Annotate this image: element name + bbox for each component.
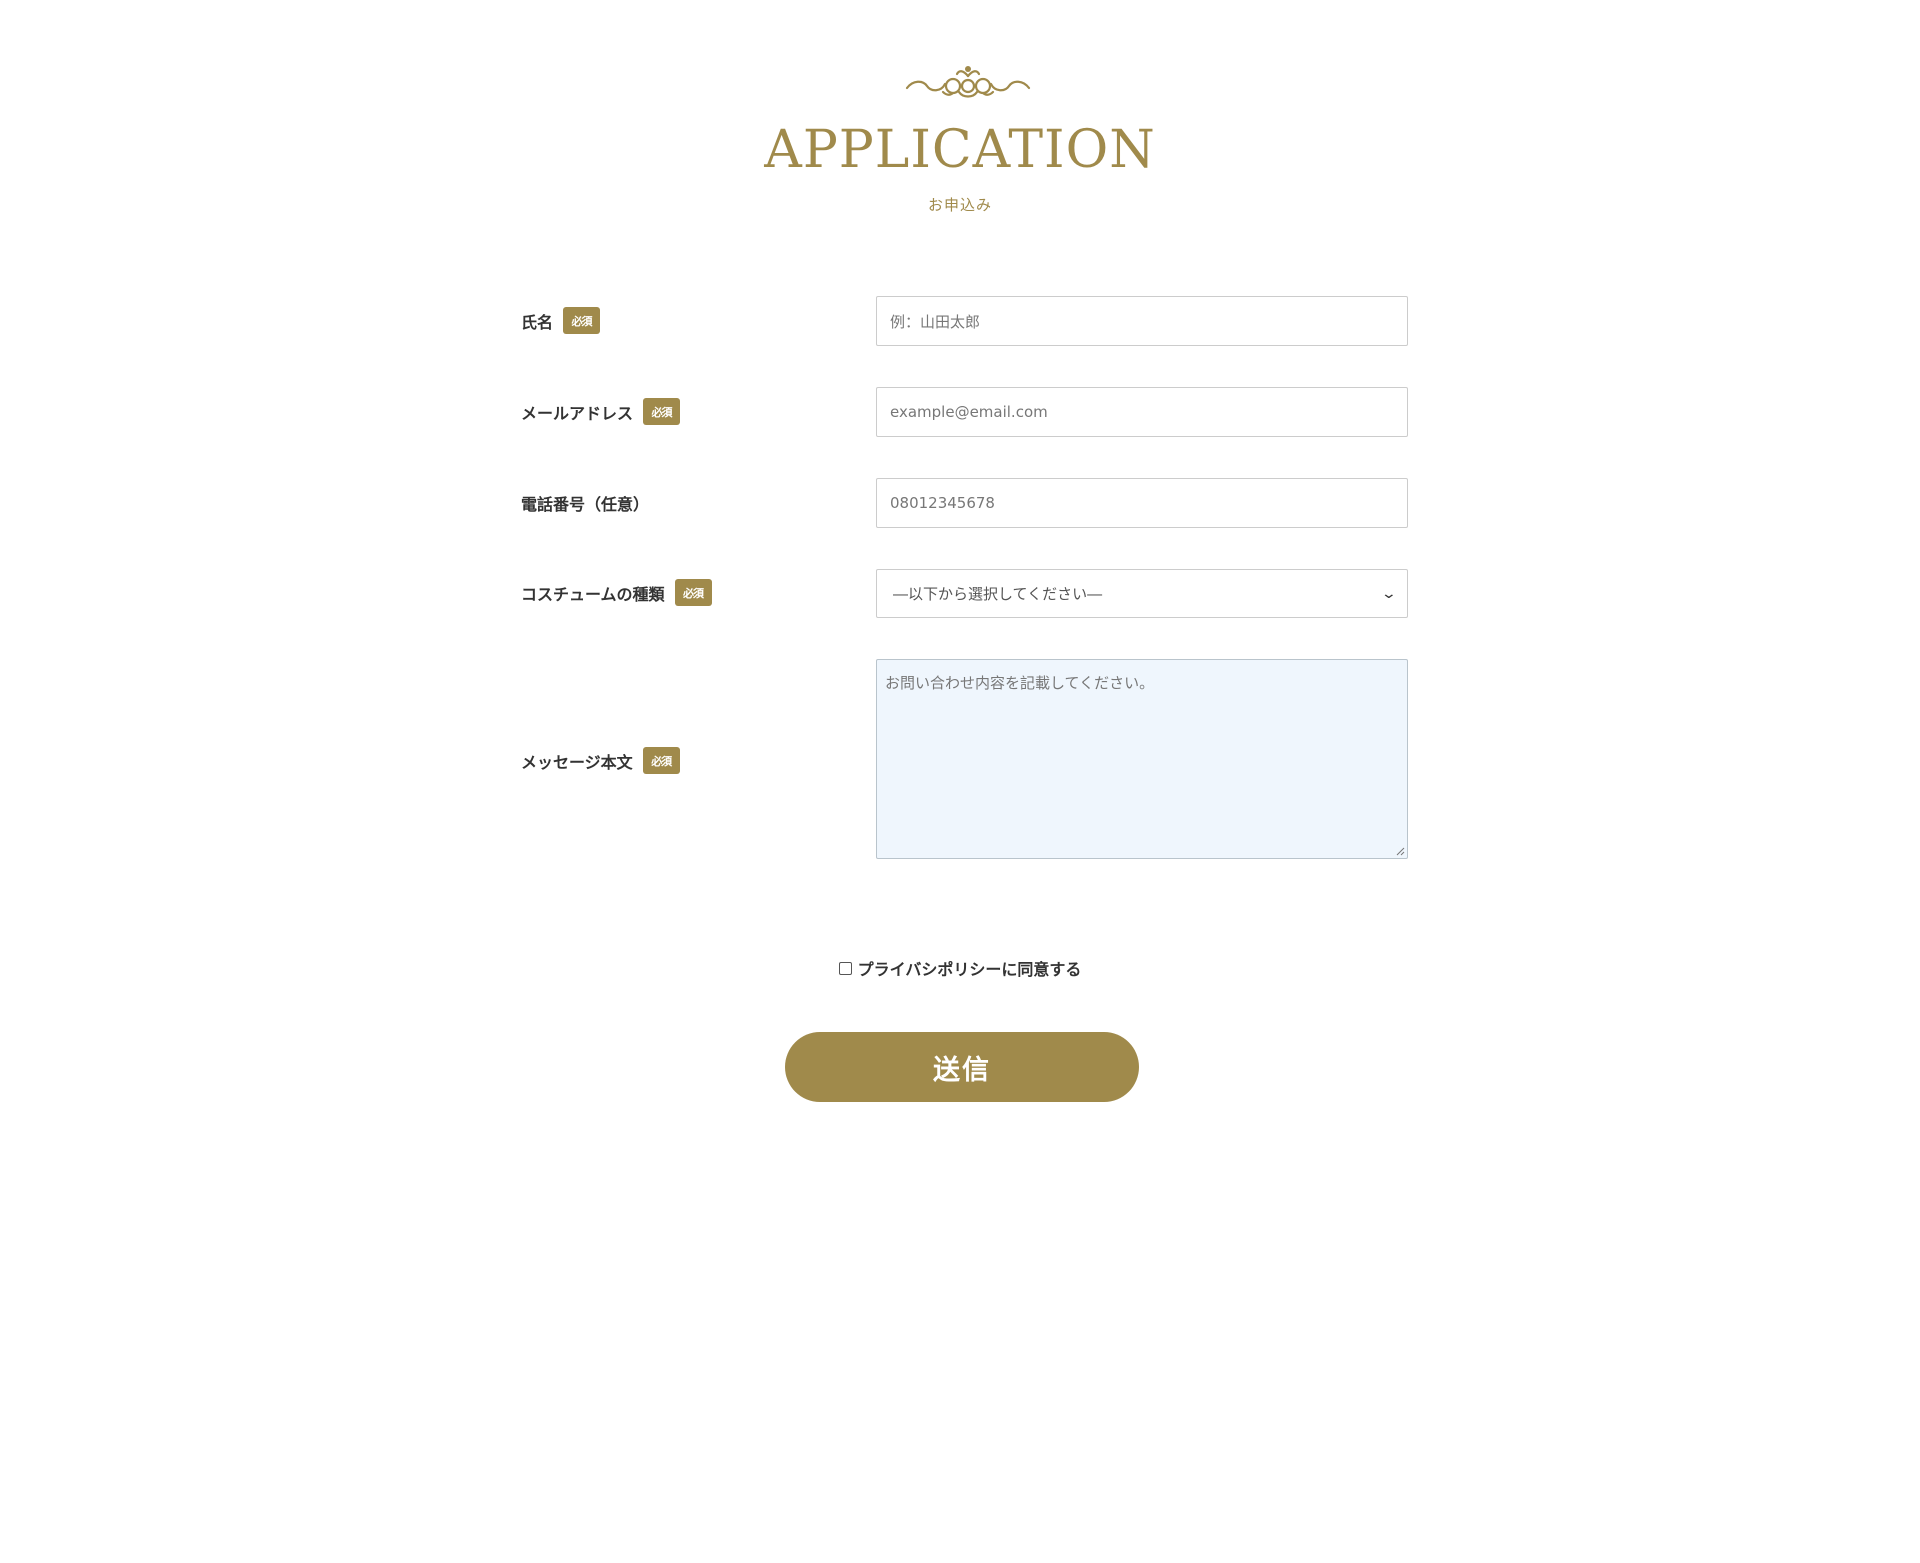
phone-input[interactable]: 08012345678 [876,478,1408,528]
message-textarea[interactable]: お問い合わせ内容を記載してください。 [876,659,1408,859]
email-input[interactable]: example@email.com [876,387,1408,437]
submit-button[interactable]: 送信 [785,1032,1139,1102]
required-badge: 必須 [643,398,681,425]
phone-label: 電話番号（任意） [521,489,649,516]
name-label: 氏名 必須 [521,307,601,334]
message-label-text: メッセージ本文 [521,752,633,772]
costume-label: コスチュームの種類 必須 [521,579,712,606]
resize-grip-icon[interactable] [1395,846,1405,856]
name-input-placeholder: 例：山田太郎 [890,312,981,331]
privacy-checkbox[interactable] [838,961,852,975]
email-label-text: メールアドレス [521,403,634,423]
costume-select-value: ―以下から選択してください― [893,585,1103,603]
page-title: APPLICATION [764,120,1156,180]
required-badge: 必須 [563,307,601,334]
costume-label-text: コスチュームの種類 [521,584,665,604]
chevron-down-icon: ⌄ [1380,585,1398,602]
required-badge: 必須 [674,579,712,606]
application-page: APPLICATION お申込み 氏名 必須 例：山田太郎 メールアドレス 必須… [0,0,1920,1563]
privacy-label[interactable]: プライバシポリシーに同意する [858,956,1082,980]
phone-label-text: 電話番号（任意） [521,494,650,514]
costume-select[interactable]: ―以下から選択してください― ⌄ [876,569,1408,618]
name-label-text: 氏名 [521,312,554,332]
privacy-consent: プライバシポリシーに同意する [0,956,1920,980]
page-subtitle: お申込み [927,196,992,214]
required-badge: 必須 [642,747,680,774]
phone-input-placeholder: 08012345678 [890,494,995,512]
email-input-placeholder: example@email.com [890,403,1048,421]
name-input[interactable]: 例：山田太郎 [876,296,1408,346]
message-textarea-placeholder: お問い合わせ内容を記載してください。 [885,674,1155,692]
email-label: メールアドレス 必須 [521,398,681,425]
ornament-icon [905,66,1031,98]
message-label: メッセージ本文 必須 [521,747,680,774]
